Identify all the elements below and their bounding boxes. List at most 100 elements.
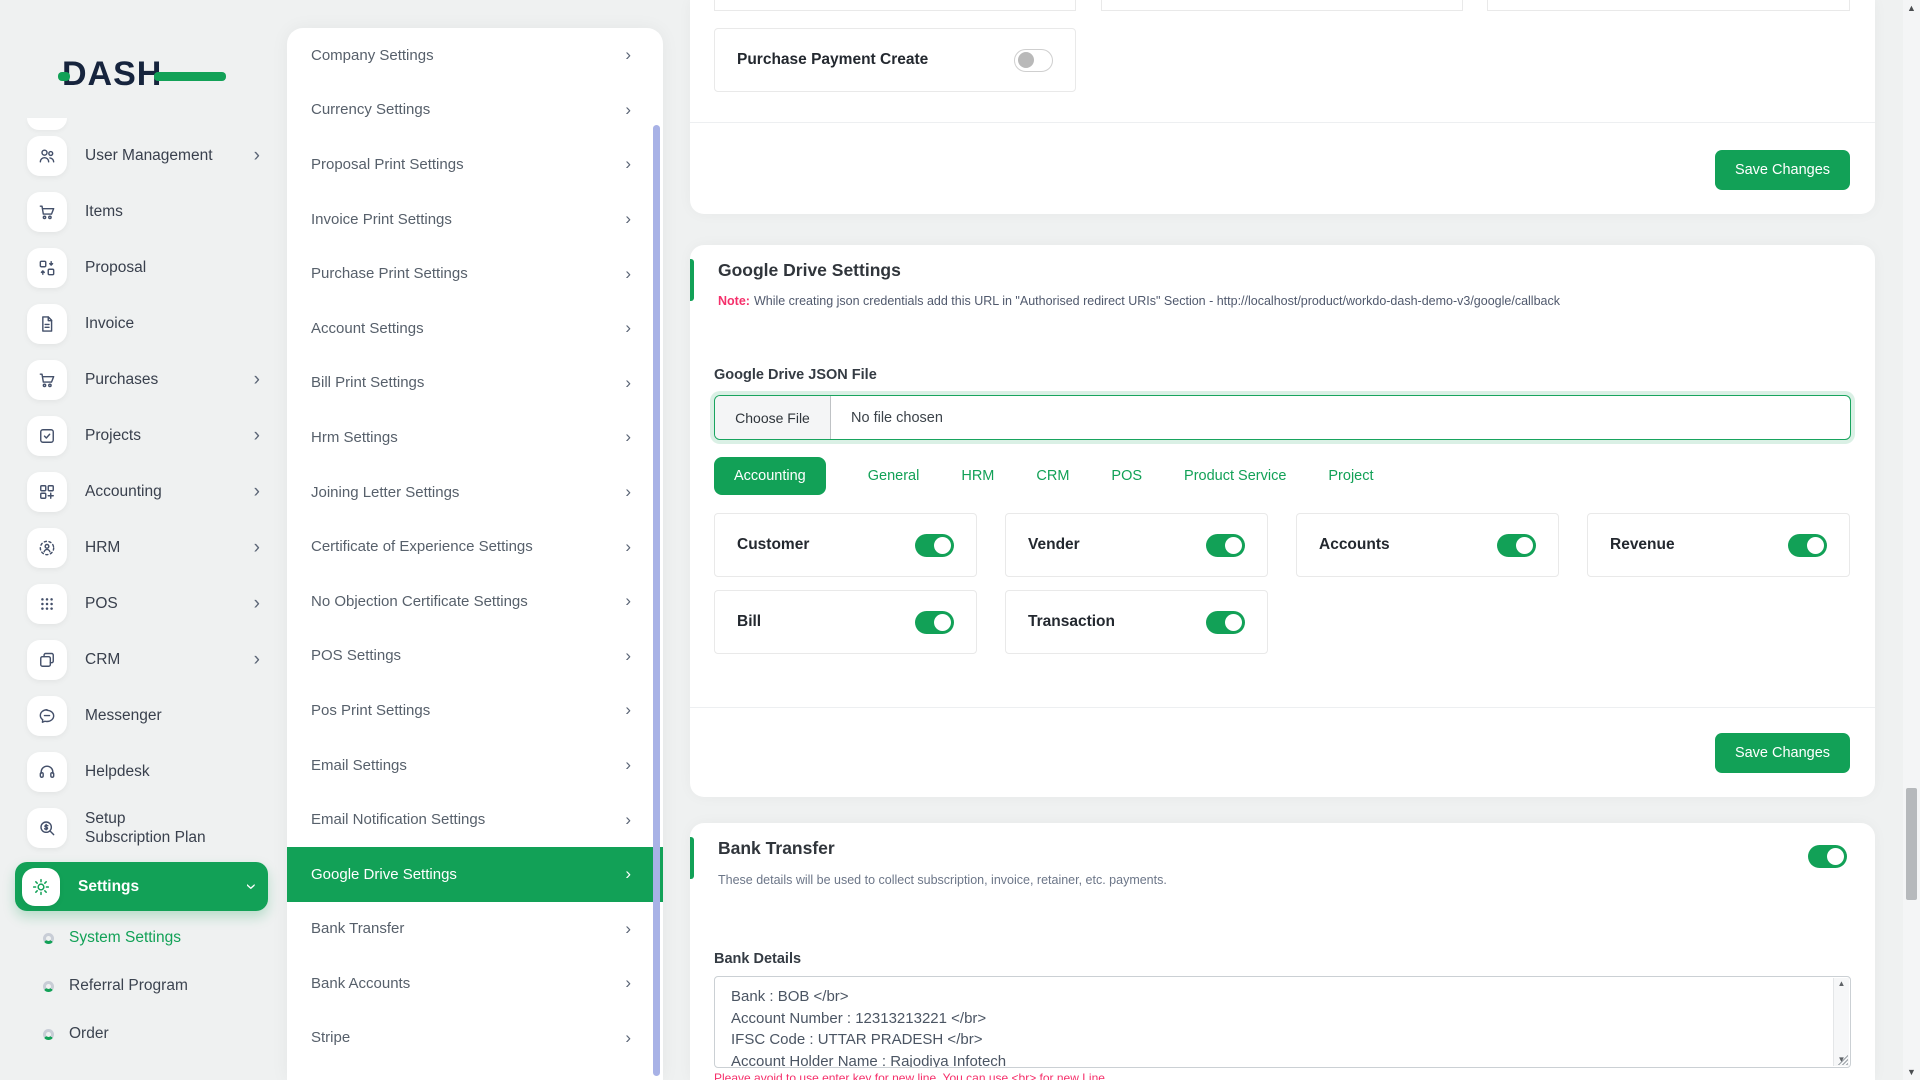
settings-nav-purchase-print[interactable]: Purchase Print Settings ›: [287, 246, 663, 301]
card-title: Google Drive Settings: [718, 260, 901, 280]
sidebar-item-helpdesk[interactable]: Helpdesk: [15, 750, 268, 794]
person-circle-icon: [27, 528, 67, 568]
choose-file-button[interactable]: Choose File: [715, 396, 831, 439]
customer-toggle[interactable]: [915, 533, 954, 557]
cut-off-box: [1101, 0, 1463, 11]
chevron-right-icon: ›: [625, 427, 631, 447]
tab-project[interactable]: Project: [1328, 468, 1373, 484]
tab-product-service[interactable]: Product Service: [1184, 468, 1286, 484]
tab-general[interactable]: General: [868, 468, 920, 484]
card-title: Bank Transfer: [718, 838, 835, 858]
cart-icon: [27, 192, 67, 232]
note-text: Note: While creating json credentials add…: [718, 294, 1560, 308]
card-accent-bar: [690, 837, 694, 879]
transaction-toggle[interactable]: [1206, 610, 1245, 634]
scroll-up-icon[interactable]: ▲: [1903, 3, 1920, 13]
chevron-right-icon: ›: [625, 918, 631, 938]
settings-nav-label: Proposal Print Settings: [311, 155, 464, 173]
dash-logo: DASH: [58, 55, 232, 97]
sidebar-item-label: Invoice: [85, 315, 135, 333]
chevron-right-icon: ›: [625, 973, 631, 993]
sidebar-item-projects[interactable]: Projects ›: [15, 414, 268, 458]
textarea-resize-grip[interactable]: [1838, 1055, 1848, 1065]
tab-accounting[interactable]: Accounting: [714, 457, 826, 495]
bank-details-line: IFSC Code : UTTAR PRADESH </br>: [731, 1031, 983, 1048]
submenu-item-label: System Settings: [69, 929, 181, 946]
page-scrollbar-thumb[interactable]: [1906, 788, 1917, 900]
sidebar-item-setup-subscription-plan[interactable]: Setup Subscription Plan: [15, 806, 268, 850]
revenue-toggle[interactable]: [1788, 533, 1827, 557]
sidebar-item-settings[interactable]: Settings ›: [15, 862, 268, 911]
textarea-scrollbar[interactable]: ▲ ▼: [1833, 978, 1849, 1066]
sidebar-item-purchases[interactable]: Purchases ›: [15, 358, 268, 402]
settings-nav-certificate-experience[interactable]: Certificate of Experience Settings ›: [287, 519, 663, 574]
toggle-label: Vender: [1028, 536, 1080, 553]
sidebar-item-invoice[interactable]: Invoice: [15, 302, 268, 346]
chevron-right-icon: ›: [253, 536, 260, 558]
settings-nav-hrm[interactable]: Hrm Settings ›: [287, 410, 663, 465]
scroll-down-icon[interactable]: ▼: [1903, 1067, 1920, 1077]
bill-toggle[interactable]: [915, 610, 954, 634]
settings-nav-label: Company Settings: [311, 46, 434, 64]
bank-transfer-description: These details will be used to collect su…: [718, 873, 1167, 887]
checkbox-icon: [27, 416, 67, 456]
cut-off-box: [714, 0, 1076, 11]
google-drive-json-file-input[interactable]: Choose File No file chosen: [714, 395, 1851, 440]
transaction-toggle-box: Transaction: [1005, 590, 1268, 654]
bank-details-textarea[interactable]: Bank : BOB </br> Account Number : 123132…: [714, 976, 1851, 1068]
bank-details-line: Account Holder Name : Rajodiya Infotech: [731, 1052, 1007, 1068]
vender-toggle[interactable]: [1206, 533, 1245, 557]
settings-nav-label: Bank Transfer: [311, 920, 405, 938]
settings-nav-bank-transfer[interactable]: Bank Transfer ›: [287, 902, 663, 957]
toggle-label: Transaction: [1028, 613, 1115, 630]
submenu-item-system-settings[interactable]: System Settings: [43, 923, 268, 953]
settings-nav-pos[interactable]: POS Settings ›: [287, 629, 663, 684]
chevron-right-icon: ›: [625, 755, 631, 775]
settings-nav-proposal-print[interactable]: Proposal Print Settings ›: [287, 137, 663, 192]
tab-hrm[interactable]: HRM: [961, 468, 994, 484]
save-changes-button[interactable]: Save Changes: [1715, 150, 1850, 190]
sidebar-item-hrm[interactable]: HRM ›: [15, 526, 268, 570]
bank-transfer-toggle[interactable]: [1808, 845, 1847, 868]
card-accent-bar: [690, 259, 694, 301]
purchase-settings-card: Purchase Payment Create Save Changes: [690, 0, 1875, 214]
settings-nav-currency[interactable]: Currency Settings ›: [287, 83, 663, 138]
settings-nav-pos-print[interactable]: Pos Print Settings ›: [287, 683, 663, 738]
settings-nav-stripe[interactable]: Stripe ›: [287, 1011, 663, 1066]
settings-nav-email[interactable]: Email Settings ›: [287, 738, 663, 793]
settings-panel-scrollbar[interactable]: [653, 125, 660, 1076]
settings-nav-email-notification[interactable]: Email Notification Settings ›: [287, 792, 663, 847]
sidebar-item-crm[interactable]: CRM ›: [15, 638, 268, 682]
chevron-right-icon: ›: [625, 318, 631, 338]
google-drive-settings-card: Google Drive Settings Note: While creatin…: [690, 245, 1875, 797]
settings-nav-company[interactable]: Company Settings ›: [287, 28, 663, 83]
purchase-payment-create-toggle[interactable]: [1014, 48, 1053, 72]
settings-nav-bank-accounts[interactable]: Bank Accounts ›: [287, 956, 663, 1011]
settings-nav-no-objection[interactable]: No Objection Certificate Settings ›: [287, 574, 663, 629]
save-changes-button[interactable]: Save Changes: [1715, 733, 1850, 773]
page-scrollbar[interactable]: ▲ ▼: [1903, 0, 1920, 1080]
settings-nav-joining-letter[interactable]: Joining Letter Settings ›: [287, 465, 663, 520]
settings-nav-account[interactable]: Account Settings ›: [287, 301, 663, 356]
file-status-text: No file chosen: [851, 409, 943, 426]
proposal-icon: [27, 248, 67, 288]
settings-nav-paypal[interactable]: Paypal›: [287, 1065, 663, 1080]
sidebar-item-items[interactable]: Items: [15, 190, 268, 234]
accounts-toggle[interactable]: [1497, 533, 1536, 557]
sidebar-item-messenger[interactable]: Messenger: [15, 694, 268, 738]
sidebar-item-accounting[interactable]: Accounting ›: [15, 470, 268, 514]
accounts-toggle-box: Accounts: [1296, 513, 1559, 577]
sidebar-item-pos[interactable]: POS ›: [15, 582, 268, 626]
toggle-label: Bill: [737, 613, 762, 630]
sidebar-item-proposal[interactable]: Proposal: [15, 246, 268, 290]
submenu-item-referral-program[interactable]: Referral Program: [43, 971, 268, 1001]
settings-nav-invoice-print[interactable]: Invoice Print Settings ›: [287, 192, 663, 247]
submenu-item-order[interactable]: Order: [43, 1019, 268, 1049]
toggle-label: Customer: [737, 536, 810, 553]
settings-nav-google-drive[interactable]: Google Drive Settings ›: [287, 846, 663, 902]
tab-crm[interactable]: CRM: [1036, 468, 1069, 484]
sidebar-item-user-management[interactable]: User Management ›: [15, 134, 268, 178]
tab-pos[interactable]: POS: [1111, 468, 1142, 484]
scroll-up-icon[interactable]: ▲: [1838, 980, 1846, 988]
settings-nav-bill-print[interactable]: Bill Print Settings ›: [287, 356, 663, 411]
